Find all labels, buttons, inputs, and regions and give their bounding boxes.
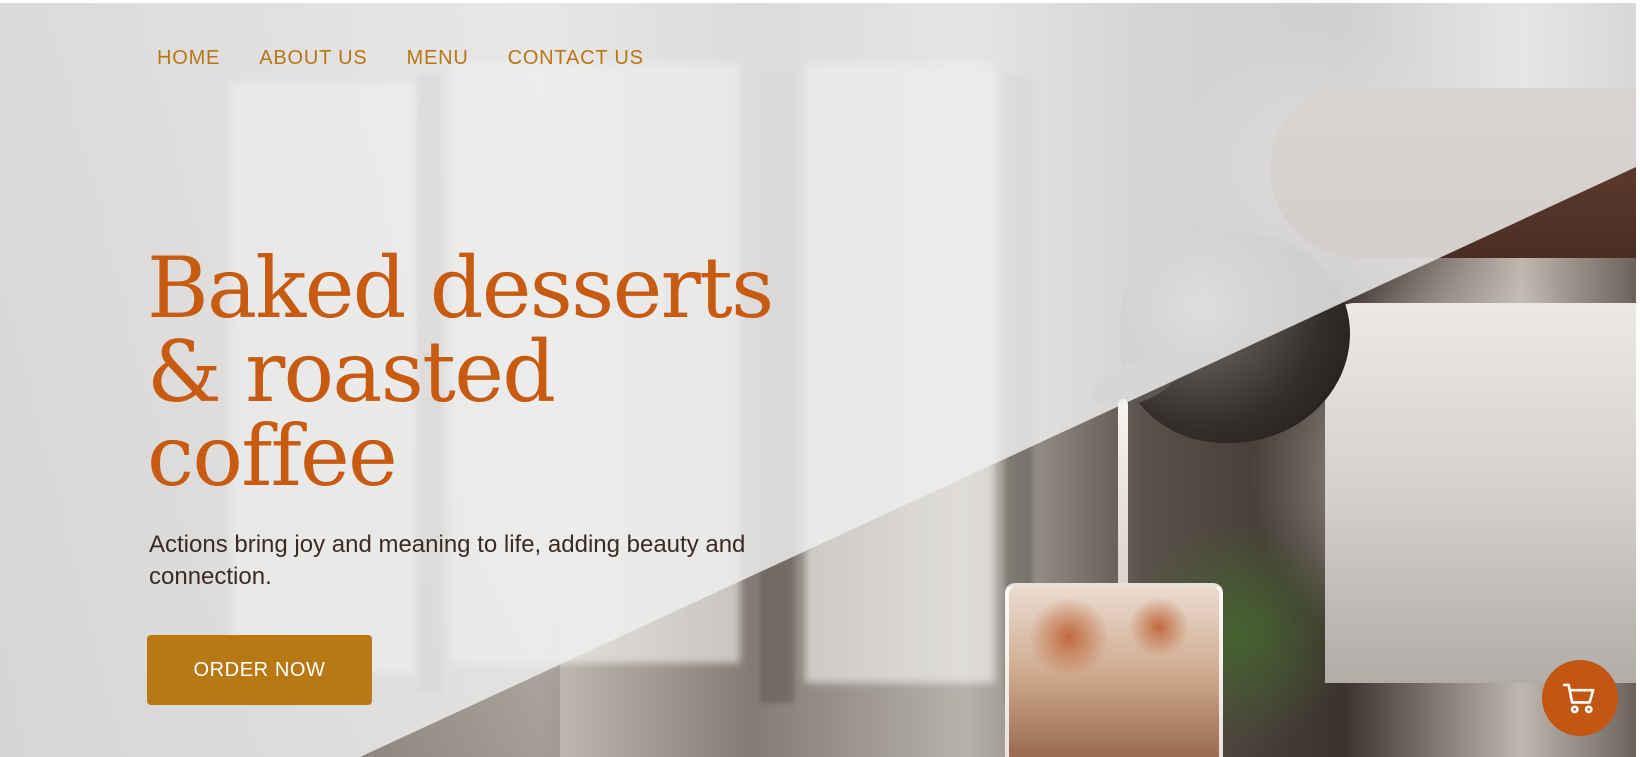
order-now-button[interactable]: ORDER NOW bbox=[147, 635, 372, 705]
page-viewport: HOME ABOUT US MENU CONTACT US Baked dess… bbox=[0, 3, 1636, 757]
hero-subtitle: Actions bring joy and meaning to life, a… bbox=[149, 531, 746, 590]
milk-pitcher bbox=[1120, 233, 1350, 443]
iced-coffee-glass bbox=[1005, 583, 1223, 757]
nav-contact-us[interactable]: CONTACT US bbox=[508, 47, 644, 70]
hero-content: Baked desserts & roasted coffee Actions … bbox=[147, 246, 807, 705]
shopping-cart-icon bbox=[1562, 683, 1595, 714]
barista-arm bbox=[1270, 88, 1636, 258]
main-navigation: HOME ABOUT US MENU CONTACT US bbox=[157, 47, 644, 70]
espresso-machine bbox=[1325, 303, 1636, 683]
cart-button[interactable] bbox=[1542, 660, 1618, 736]
hero-title: Baked desserts & roasted coffee bbox=[147, 239, 774, 505]
nav-menu[interactable]: MENU bbox=[406, 47, 468, 70]
milk-stream bbox=[1118, 399, 1128, 604]
blurred-window-pane bbox=[805, 63, 995, 683]
nav-about-us[interactable]: ABOUT US bbox=[259, 47, 367, 70]
nav-home[interactable]: HOME bbox=[157, 47, 220, 70]
